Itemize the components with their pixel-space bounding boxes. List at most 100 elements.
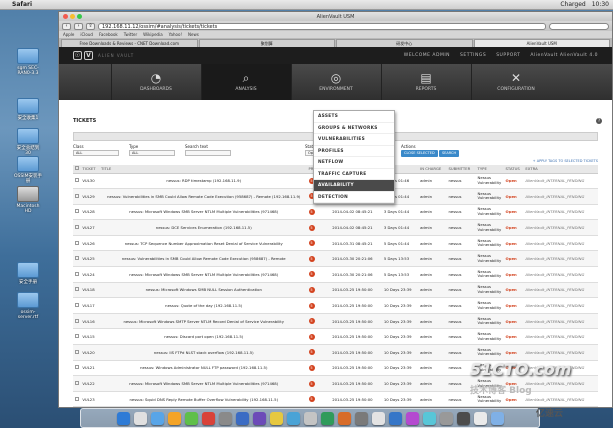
menu-item-vulnerabilities[interactable]: VULNERABILITIES [314,134,394,146]
dock-app-icon[interactable] [235,411,249,425]
dock-app-icon[interactable] [490,411,504,425]
menu-app-name[interactable]: Safari [12,1,32,8]
menu-item-availability[interactable]: AVAILABILITY [314,180,394,192]
nav-analysis[interactable]: ⌕ ANALYSIS [200,64,291,100]
dock-app-icon[interactable] [286,411,300,425]
back-button[interactable]: ‹ [62,22,71,30]
column-header[interactable]: TICKET [80,165,99,174]
column-header[interactable]: TITLE [99,165,307,174]
top-link[interactable]: WELCOME ADMIN [404,53,450,58]
row-checkbox[interactable] [75,381,79,386]
cell-title[interactable]: nessus: Microsoft Windows SMTP Server NT… [99,313,307,330]
browser-tab[interactable]: 研发中心 [336,39,473,47]
cell-id[interactable]: VUL29 [80,188,99,205]
search-button[interactable]: SEARCH [438,150,460,157]
dock-app-icon[interactable] [405,411,419,425]
cell-title[interactable]: nessus: Microsoft Windows SMB Server NTL… [99,375,307,392]
dock-app-icon[interactable] [184,411,198,425]
select-all-header[interactable] [73,165,81,174]
row-checkbox[interactable] [75,178,79,183]
row-checkbox[interactable] [75,225,79,230]
row-checkbox[interactable] [75,193,79,198]
row-checkbox[interactable] [75,256,79,261]
table-row[interactable]: VUL18 nessus: Microsoft Windows SMB NULL … [73,282,598,299]
cell-title[interactable]: nessus: RDP timestamp (192.168.11.9) [99,173,307,190]
zoom-window-button[interactable] [77,14,82,19]
desktop-icon[interactable]: sgm SEC-RAN0-3.3 [14,48,42,76]
top-link[interactable]: SUPPORT [496,53,520,58]
menu-item-groups-networks[interactable]: GROUPS & NETWORKS [314,123,394,134]
dock-app-icon[interactable] [388,411,402,425]
table-row[interactable]: VUL16 nessus: Microsoft Windows SMTP Serv… [73,313,598,330]
clock[interactable]: 10:30 [592,1,609,8]
row-checkbox[interactable] [75,334,79,339]
browser-tab[interactable]: 聚划算 [198,39,335,47]
cell-id[interactable]: VUL15 [80,328,99,346]
bookmark-item[interactable]: Facebook [99,32,118,37]
dock-app-icon[interactable] [167,411,181,425]
browser-tab[interactable]: AlienVault USM [473,39,610,47]
cell-id[interactable]: VUL30 [80,173,99,190]
table-row[interactable]: VUL17 nessus: Quote of the day (192.168.1… [73,297,598,314]
select-all-checkbox[interactable] [75,166,79,171]
cell-id[interactable]: VUL25 [80,250,99,268]
dock-app-icon[interactable] [456,411,470,425]
cell-title[interactable]: nessus: Vulnerabilities in SMB Could All… [99,250,307,268]
bookmark-item[interactable]: Twitter [124,32,137,37]
table-row[interactable]: VUL25 nessus: Vulnerabilities in SMB Coul… [73,250,598,268]
close-window-button[interactable] [63,14,68,19]
class-select[interactable]: ALL [73,150,119,156]
bookmark-item[interactable]: iCloud [80,32,93,37]
minimize-window-button[interactable] [70,14,75,19]
cell-id[interactable]: VUL21 [80,360,99,377]
row-checkbox[interactable] [75,271,79,276]
dock-app-icon[interactable] [252,411,266,425]
table-row[interactable]: VUL28 nessus: Microsoft Windows SMB Serve… [73,204,598,221]
cell-title[interactable]: nessus: Quote of the day (192.168.11.5) [99,297,307,314]
cell-title[interactable]: nessus: Discard port open (192.168.11.5) [99,328,307,346]
dock-app-icon[interactable] [320,411,334,425]
menu-item-netflow[interactable]: NETFLOW [314,157,394,169]
dock-app-icon[interactable] [371,411,385,425]
bookmark-item[interactable]: Wikipedia [143,32,163,37]
menu-item-assets[interactable]: ASSETS [314,111,394,123]
bookmark-item[interactable]: News [188,32,199,37]
top-link[interactable]: AlienVault AlienVault 4.0 [530,53,598,58]
cell-id[interactable]: VUL20 [80,344,99,361]
desktop-icon[interactable]: Macintosh HD [14,186,42,214]
desktop-icon[interactable]: ossim-server.rtf [14,292,42,320]
table-row[interactable]: VUL20 nessus: IIS FTPd NLST stack overflo… [73,344,598,361]
bookmark-item[interactable]: Apple [63,32,74,37]
dock-app-icon[interactable] [354,411,368,425]
cell-title[interactable]: nessus: Microsoft Windows SMB Server NTL… [99,204,307,221]
cell-title[interactable]: nessus: Microsoft Windows SMB Server NTL… [99,266,307,283]
dock-app-icon[interactable] [133,411,147,425]
dock-app-icon[interactable] [439,411,453,425]
table-row[interactable]: VUL24 nessus: Microsoft Windows SMB Serve… [73,266,598,283]
dock-app-icon[interactable] [201,411,215,425]
cell-id[interactable]: VUL26 [80,235,99,252]
type-select[interactable]: ALL [129,150,175,156]
row-checkbox[interactable] [75,349,79,354]
desktop-icon[interactable]: 安全手册 [14,262,42,285]
row-checkbox[interactable] [75,240,79,245]
forward-button[interactable]: › [74,22,83,30]
cell-title[interactable]: nessus: Windows Administrator NULL FTP p… [99,360,307,377]
dock-app-icon[interactable] [422,411,436,425]
cell-id[interactable]: VUL18 [80,282,99,299]
dock-app-icon[interactable] [150,411,164,425]
dock-app-icon[interactable] [218,411,232,425]
alienvault-logo[interactable]: ☉ V ALIEN VAULT [73,51,134,60]
help-icon[interactable]: ? [596,118,602,124]
search-field[interactable] [549,22,609,30]
cell-title[interactable]: nessus: Microsoft Windows SMB NULL Sessi… [99,282,307,299]
row-checkbox[interactable] [75,396,79,401]
top-link[interactable]: SETTINGS [460,53,486,58]
dock-app-icon[interactable] [116,411,130,425]
browser-tab[interactable]: Free Downloads & Reviews - CNET Download… [61,39,198,47]
cell-id[interactable]: VUL16 [80,313,99,330]
cell-title[interactable]: nessus: Squid DNS Reply Remote Buffer Ov… [99,391,307,407]
bookmark-item[interactable]: Yahoo! [169,32,182,37]
cell-id[interactable]: VUL17 [80,297,99,314]
dock-app-icon[interactable] [473,411,487,425]
